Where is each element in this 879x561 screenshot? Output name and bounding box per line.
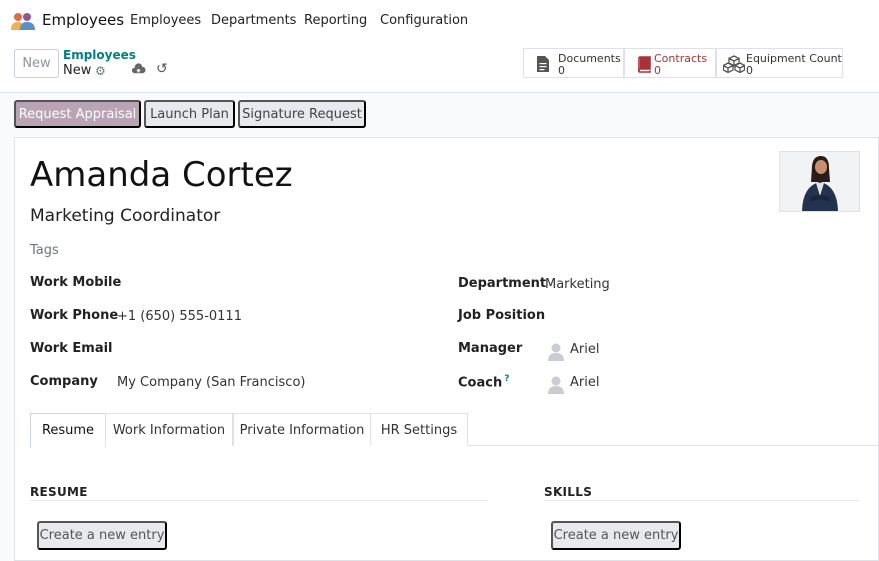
coach-label: Coach? xyxy=(458,374,509,390)
employee-name-field[interactable]: Amanda Cortez xyxy=(30,155,293,195)
manager-label: Manager xyxy=(458,341,523,356)
cloud-upload-icon[interactable] xyxy=(131,62,146,77)
breadcrumb-current: New xyxy=(63,63,92,78)
stat-contracts[interactable]: Contracts 0 xyxy=(624,48,716,78)
signature-request-button[interactable]: Signature Request xyxy=(238,100,366,128)
employee-photo[interactable] xyxy=(779,151,860,212)
coach-label-text: Coach xyxy=(458,375,503,391)
company-label: Company xyxy=(30,374,98,389)
stat-equipment-label: Equipment Count xyxy=(746,52,842,65)
employee-photo-image xyxy=(780,152,859,211)
stat-documents[interactable]: Documents 0 xyxy=(523,48,624,78)
coach-input[interactable]: Ariel xyxy=(570,375,599,390)
tags-field[interactable]: Tags xyxy=(30,243,59,258)
stat-contracts-value: 0 xyxy=(654,64,661,77)
coach-help-icon[interactable]: ? xyxy=(504,374,509,384)
stat-documents-label: Documents xyxy=(558,52,621,65)
tab-work-information[interactable]: Work Information xyxy=(105,413,233,446)
work-phone-input[interactable]: +1 (650) 555-0111 xyxy=(117,309,242,324)
resume-section-title: RESUME xyxy=(30,485,88,499)
skills-create-entry-button[interactable]: Create a new entry xyxy=(551,521,681,550)
employees-app-icon[interactable] xyxy=(11,11,35,31)
skills-section-title: SKILLS xyxy=(544,485,593,499)
stat-contracts-label: Contracts xyxy=(654,52,708,65)
discard-icon[interactable]: ↺ xyxy=(156,61,168,77)
book-icon xyxy=(637,56,651,73)
manager-avatar-icon xyxy=(546,341,566,361)
stat-equipment-count[interactable]: Equipment Count 0 xyxy=(716,48,843,78)
resume-create-entry-button[interactable]: Create a new entry xyxy=(37,521,167,550)
work-mobile-label: Work Mobile xyxy=(30,275,122,290)
new-button[interactable]: New xyxy=(14,49,59,78)
top-navbar: Employees Employees Departments Reportin… xyxy=(0,0,879,42)
menu-configuration[interactable]: Configuration xyxy=(380,13,468,28)
job-title-field[interactable]: Marketing Coordinator xyxy=(30,206,220,226)
menu-reporting[interactable]: Reporting xyxy=(304,13,367,28)
tab-private-information[interactable]: Private Information xyxy=(233,413,371,446)
document-icon xyxy=(537,56,549,72)
department-label: Department xyxy=(458,276,547,291)
skills-divider xyxy=(544,500,859,501)
job-position-label: Job Position xyxy=(458,308,546,323)
coach-avatar-icon xyxy=(546,374,566,394)
cubes-icon xyxy=(723,55,745,73)
manager-input[interactable]: Ariel xyxy=(570,342,599,357)
app-title[interactable]: Employees xyxy=(42,11,124,29)
launch-plan-button[interactable]: Launch Plan xyxy=(144,100,235,128)
breadcrumb-employees[interactable]: Employees xyxy=(63,48,136,62)
gear-icon[interactable]: ⚙ xyxy=(95,64,106,78)
menu-employees[interactable]: Employees xyxy=(130,13,201,28)
stat-documents-value: 0 xyxy=(558,64,565,77)
company-input[interactable]: My Company (San Francisco) xyxy=(117,375,305,390)
work-email-label: Work Email xyxy=(30,341,113,356)
control-panel: New Employees New ⚙ ↺ Documents 0 Contra… xyxy=(0,42,879,93)
request-appraisal-button[interactable]: Request Appraisal xyxy=(14,100,141,128)
employee-form-sheet: Amanda Cortez Marketing Coordinator Tags… xyxy=(14,137,879,561)
work-phone-label: Work Phone xyxy=(30,308,119,323)
stat-equipment-value: 0 xyxy=(746,64,753,77)
tab-resume[interactable]: Resume xyxy=(30,413,106,447)
menu-departments[interactable]: Departments xyxy=(211,13,296,28)
tab-hr-settings[interactable]: HR Settings xyxy=(370,413,468,446)
resume-divider xyxy=(30,500,487,501)
department-input[interactable]: Marketing xyxy=(545,277,610,292)
